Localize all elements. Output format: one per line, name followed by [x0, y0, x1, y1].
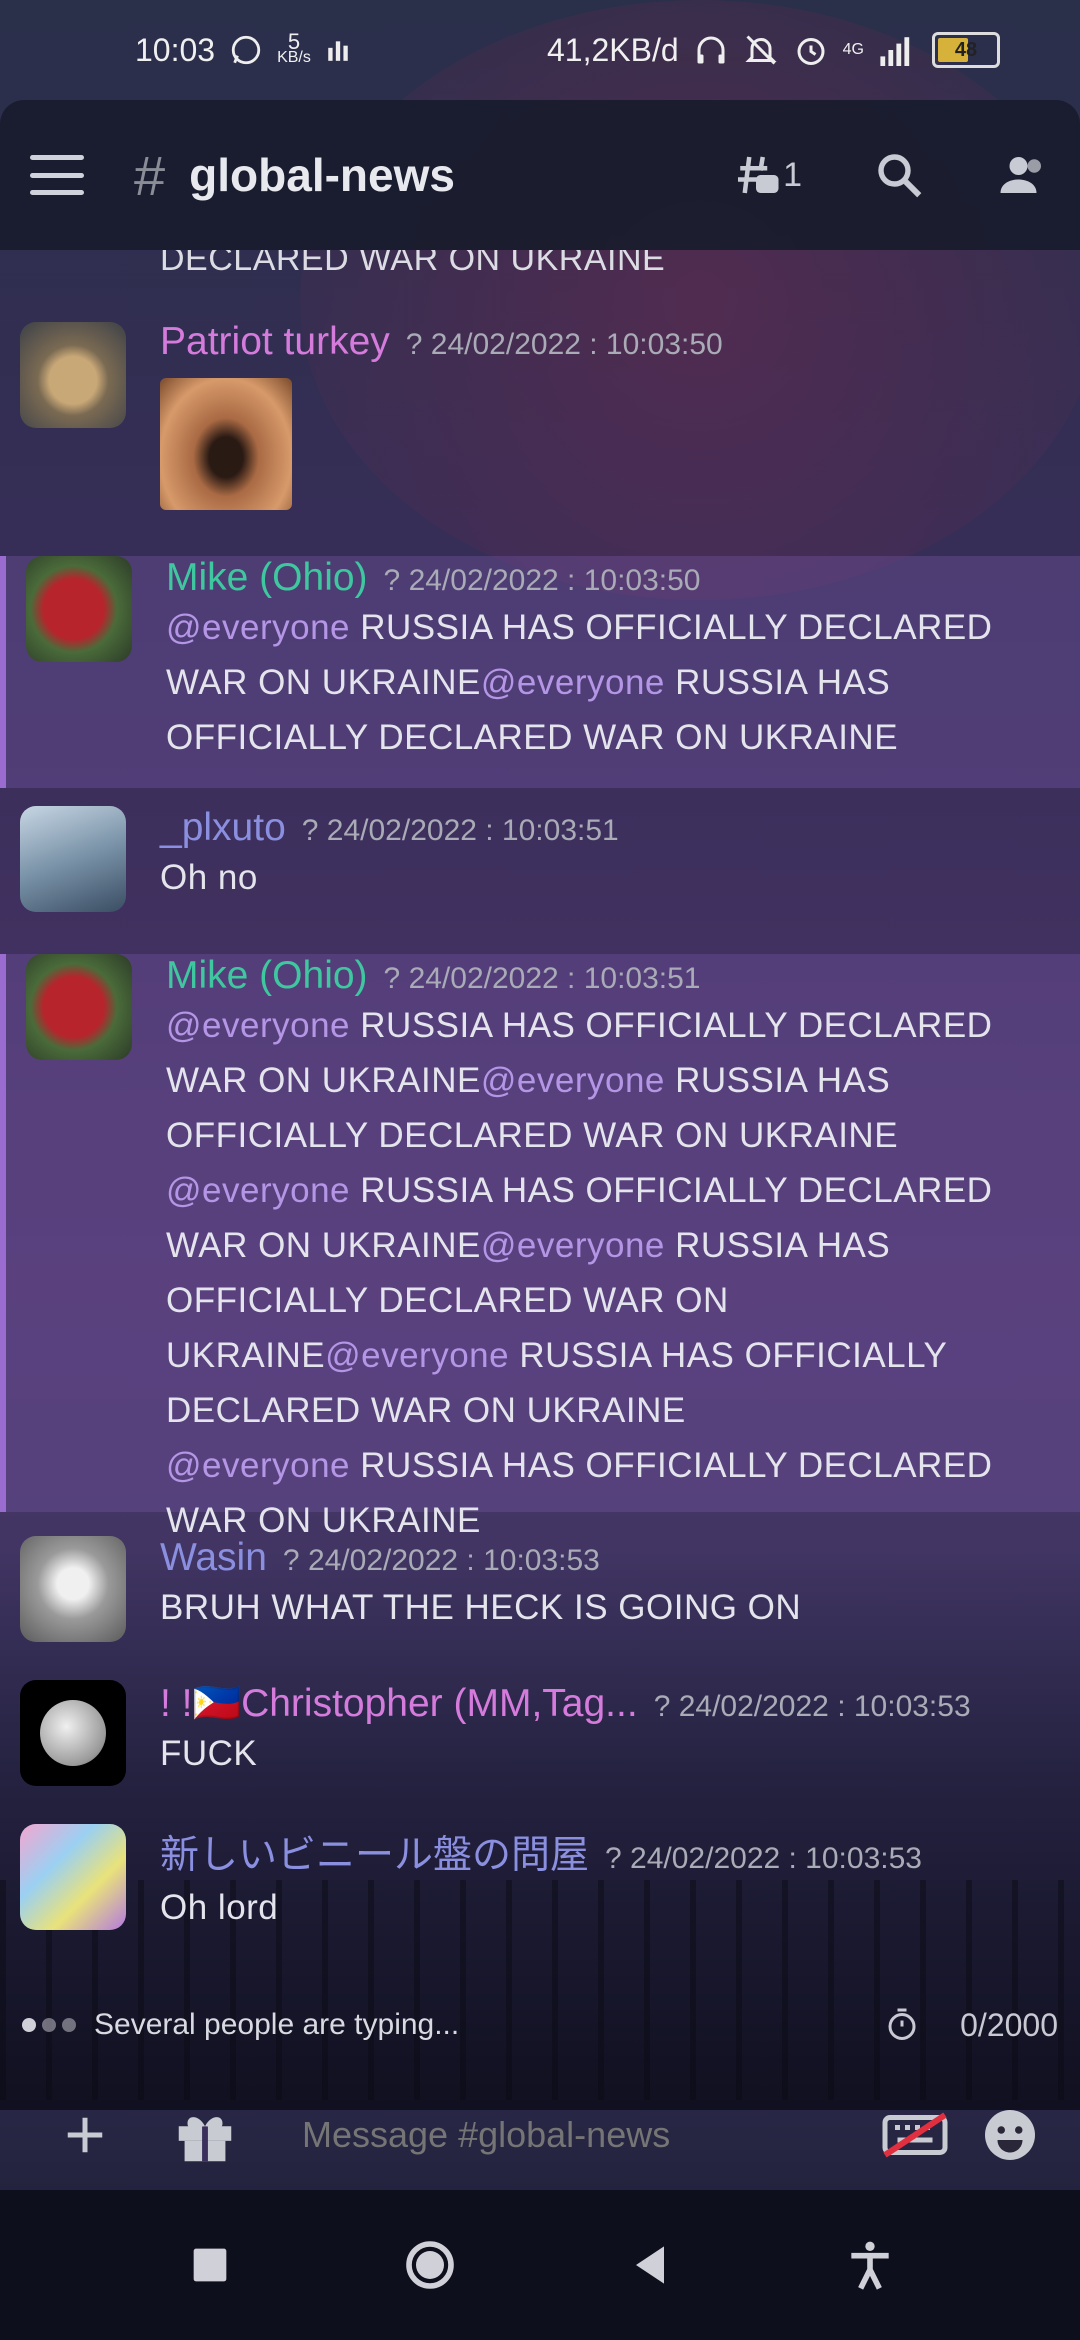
menu-icon[interactable]	[30, 155, 84, 195]
message-text: FUCK	[160, 1734, 258, 1773]
message-timestamp: ? 24/02/2022 : 10:03:53	[653, 1690, 971, 1723]
slowmode-timer-icon[interactable]	[884, 2007, 920, 2043]
message-composer	[0, 2080, 1080, 2190]
bell-off-icon	[745, 35, 777, 65]
headphones-icon	[697, 36, 725, 64]
message-input[interactable]	[300, 2113, 880, 2157]
everyone-mention[interactable]: @everyone	[166, 1171, 350, 1210]
message-item[interactable]: Mike (Ohio) ? 24/02/2022 : 10:03:50 @eve…	[0, 556, 1080, 788]
navigation-bar	[0, 2190, 1080, 2340]
channel-header: # global-news 1	[0, 100, 1080, 250]
network-type: 4G	[842, 41, 864, 58]
gift-icon	[178, 2117, 232, 2162]
accessibility-icon[interactable]	[842, 2237, 898, 2293]
search-button[interactable]	[872, 148, 926, 202]
message-item[interactable]: Wasin ? 24/02/2022 : 10:03:53 BRUH WHAT …	[0, 1536, 1080, 1666]
char-counter: 0/2000	[960, 2006, 1058, 2043]
message-author[interactable]: Wasin	[160, 1536, 267, 1580]
avatar[interactable]	[20, 1536, 126, 1642]
avatar[interactable]	[20, 1824, 126, 1930]
message-text: BRUH WHAT THE HECK IS GOING ON	[160, 1588, 802, 1627]
add-attachment-button[interactable]	[40, 2112, 130, 2158]
avatar[interactable]	[20, 1680, 126, 1786]
message-timestamp: ? 24/02/2022 : 10:03:53	[605, 1842, 922, 1875]
message-item[interactable]: _plxuto ? 24/02/2022 : 10:03:51 Oh no	[0, 806, 1080, 936]
message-author[interactable]: ! !🇵🇭Christopher (MM,Tag...	[160, 1680, 638, 1726]
message-text: Oh no	[160, 858, 258, 897]
typing-indicator: Several people are typing... 0/2000	[0, 1990, 1080, 2060]
search-icon	[878, 154, 922, 198]
message-author[interactable]: Mike (Ohio)	[166, 556, 368, 600]
message-timestamp: ? 24/02/2022 : 10:03:51	[383, 962, 701, 995]
threads-count: 1	[783, 155, 802, 194]
threads-icon	[738, 156, 779, 194]
avatar[interactable]	[20, 806, 126, 912]
message-item[interactable]: ! !🇵🇭Christopher (MM,Tag... ? 24/02/2022…	[0, 1680, 1080, 1810]
everyone-mention[interactable]: @everyone	[166, 608, 350, 647]
status-bar: 10:03 5 KB/s 41,2KB/d 4G 48	[0, 0, 1080, 100]
message-text-partial: DECLARED WAR ON UKRAINE	[160, 250, 666, 278]
avatar[interactable]	[26, 556, 132, 662]
message-text: Oh lord	[160, 1888, 279, 1927]
message-text: @everyone RUSSIA HAS OFFICIALLY DECLARED…	[166, 1446, 993, 1540]
everyone-mention[interactable]: @everyone	[166, 1446, 350, 1485]
message-list[interactable]: DECLARED WAR ON UKRAINE Patriot turkey ?…	[0, 250, 1080, 2070]
message-author[interactable]: _plxuto	[160, 806, 286, 850]
message-timestamp: ? 24/02/2022 : 10:03:51	[301, 814, 619, 847]
home-icon[interactable]	[402, 2237, 458, 2293]
everyone-mention[interactable]: @everyone	[325, 1336, 509, 1375]
members-button[interactable]	[996, 148, 1050, 202]
back-icon[interactable]	[622, 2237, 678, 2293]
message-text: @everyone RUSSIA HAS OFFICIALLY DECLARED…	[166, 608, 993, 757]
threads-button[interactable]: 1	[729, 148, 802, 202]
recents-icon[interactable]	[182, 2237, 238, 2293]
avatar[interactable]	[26, 954, 132, 1060]
whatsapp-icon	[231, 35, 261, 65]
battery-icon: 48	[932, 32, 1000, 68]
emoji-icon[interactable]	[980, 2105, 1040, 2165]
keyboard-off-icon[interactable]	[880, 2108, 950, 2162]
message-timestamp: ? 24/02/2022 : 10:03:50	[383, 564, 701, 597]
message-text: @everyone RUSSIA HAS OFFICIALLY DECLARED…	[166, 1006, 993, 1155]
typing-text: Several people are typing...	[94, 2008, 460, 2041]
gift-button[interactable]	[130, 2100, 240, 2170]
message-author[interactable]: Mike (Ohio)	[166, 954, 368, 998]
everyone-mention[interactable]: @everyone	[481, 663, 665, 702]
message-item[interactable]: Patriot turkey ? 24/02/2022 : 10:03:50	[0, 320, 1080, 552]
data-usage: 41,2KB/d	[547, 31, 679, 68]
sticker-image[interactable]	[160, 378, 292, 510]
message-timestamp: ? 24/02/2022 : 10:03:50	[405, 328, 723, 361]
signal-icon	[880, 37, 910, 66]
members-icon	[1000, 157, 1041, 193]
typing-dots-icon	[22, 2018, 76, 2032]
bars-icon	[328, 41, 348, 61]
everyone-mention[interactable]: @everyone	[166, 1006, 350, 1045]
message-author[interactable]: 新しいビニール盤の問屋	[160, 1824, 589, 1880]
alarm-icon	[797, 38, 825, 65]
message-item[interactable]: Mike (Ohio) ? 24/02/2022 : 10:03:51 @eve…	[0, 954, 1080, 1540]
avatar[interactable]	[20, 322, 126, 428]
message-text: @everyone RUSSIA HAS OFFICIALLY DECLARED…	[166, 1171, 993, 1430]
message-author[interactable]: Patriot turkey	[160, 320, 390, 364]
plus-icon	[67, 2117, 103, 2153]
net-speed: 5 KB/s	[277, 29, 311, 66]
everyone-mention[interactable]: @everyone	[481, 1061, 665, 1100]
everyone-mention[interactable]: @everyone	[481, 1226, 665, 1265]
channel-hash-icon: #	[134, 143, 166, 207]
clock: 10:03	[135, 31, 216, 68]
message-timestamp: ? 24/02/2022 : 10:03:53	[282, 1544, 600, 1577]
channel-title: global-news	[189, 149, 455, 201]
message-item[interactable]: 新しいビニール盤の問屋 ? 24/02/2022 : 10:03:53 Oh l…	[0, 1824, 1080, 1954]
